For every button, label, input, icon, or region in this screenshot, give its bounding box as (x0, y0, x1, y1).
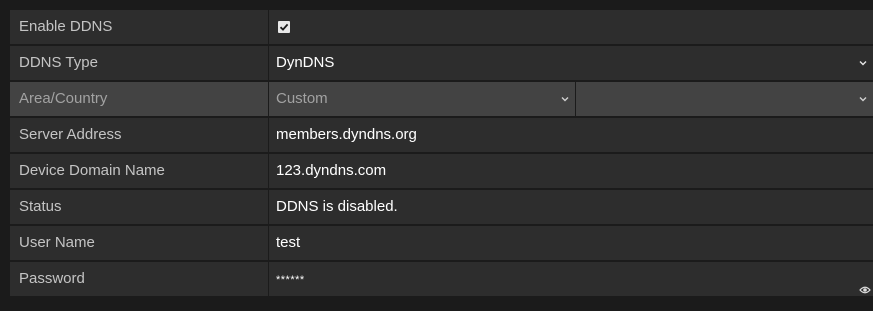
ddns-type-label: DDNS Type (10, 46, 268, 80)
area-country-label: Area/Country (10, 82, 268, 116)
device-domain-name-label: Device Domain Name (10, 154, 268, 188)
user-name-label: User Name (10, 226, 268, 260)
enable-ddns-cell (269, 10, 873, 44)
ddns-form: Enable DDNS DDNS Type DynDNS Area/Countr… (10, 10, 873, 296)
row-enable-ddns: Enable DDNS (10, 10, 873, 44)
password-label: Password (10, 262, 268, 296)
password-mask: ****** (276, 274, 305, 286)
row-ddns-type: DDNS Type DynDNS (10, 46, 873, 80)
enable-ddns-label: Enable DDNS (10, 10, 268, 44)
row-status: Status DDNS is disabled. (10, 190, 873, 224)
ddns-settings-panel: Enable DDNS DDNS Type DynDNS Area/Countr… (0, 0, 873, 311)
enable-ddns-checkbox[interactable] (278, 21, 290, 33)
check-icon (279, 23, 289, 31)
row-device-domain-name: Device Domain Name 123.dyndns.com (10, 154, 873, 188)
server-address-label: Server Address (10, 118, 268, 152)
user-name-input[interactable]: test (269, 226, 873, 260)
chevron-down-icon (561, 82, 569, 116)
status-label: Status (10, 190, 268, 224)
device-domain-name-input[interactable]: 123.dyndns.com (269, 154, 873, 188)
row-server-address: Server Address members.dyndns.org (10, 118, 873, 152)
row-area-country: Area/Country Custom (10, 82, 873, 116)
area-country-cell: Custom (269, 82, 873, 116)
chevron-down-icon (859, 82, 867, 116)
area-value: Custom (276, 90, 328, 107)
country-select[interactable] (576, 82, 873, 116)
row-password: Password ****** (10, 262, 873, 296)
password-input[interactable]: ****** (269, 262, 873, 296)
row-user-name: User Name test (10, 226, 873, 260)
status-value: DDNS is disabled. (269, 190, 873, 224)
eye-icon[interactable] (859, 274, 871, 294)
ddns-type-select[interactable]: DynDNS (269, 46, 873, 80)
server-address-input[interactable]: members.dyndns.org (269, 118, 873, 152)
chevron-down-icon (859, 46, 867, 80)
area-select[interactable]: Custom (269, 82, 575, 116)
ddns-type-value: DynDNS (276, 54, 335, 71)
